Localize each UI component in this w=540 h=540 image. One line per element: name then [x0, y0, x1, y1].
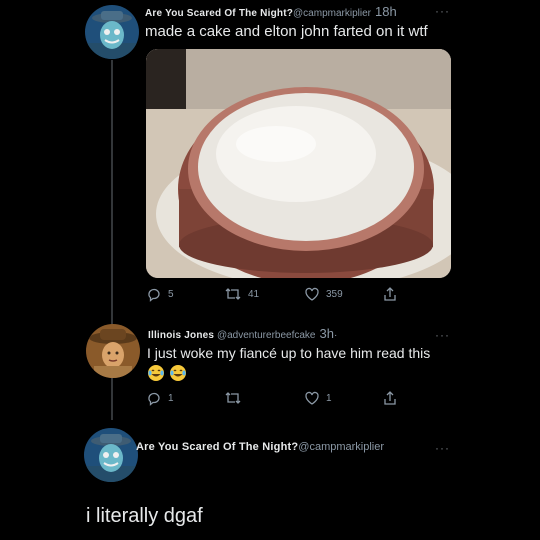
tweet-header: Are You Scared Of The Night?@campmarkipl…	[145, 5, 397, 21]
retweet-icon	[225, 288, 241, 300]
share-action[interactable]	[382, 390, 398, 406]
like-icon	[305, 287, 319, 301]
timestamp[interactable]: 3h	[319, 326, 333, 341]
like-count: 359	[326, 288, 343, 300]
retweet-action[interactable]	[224, 390, 242, 406]
tweet-header: Illinois Jones @adventurerbeefcake 3h·	[148, 327, 337, 343]
reply-count: 1	[168, 392, 174, 404]
tweet-text: I just woke my fiancé up to have him rea…	[147, 345, 431, 361]
retweet-icon	[225, 392, 241, 404]
more-icon[interactable]: ···	[435, 442, 450, 454]
avatar-camp-markiplier[interactable]	[85, 5, 139, 59]
tweet-emoji-row	[147, 364, 191, 382]
share-icon	[384, 287, 396, 301]
timestamp[interactable]: 18h	[375, 4, 397, 19]
author-handle[interactable]: @campmarkiplier	[293, 8, 371, 19]
reply-icon	[148, 392, 160, 406]
author-handle[interactable]: @adventurerbeefcake	[217, 330, 316, 341]
like-action[interactable]: 359	[304, 286, 343, 302]
reply-action[interactable]: 5	[146, 286, 174, 302]
tweet-header: Are You Scared Of The Night?@campmarkipl…	[136, 440, 384, 454]
retweet-count: 41	[248, 288, 260, 300]
reply-count: 5	[168, 288, 174, 300]
laughing-crying-emoji	[147, 364, 165, 382]
tweet-media-cake-photo[interactable]	[146, 49, 451, 278]
author-name[interactable]: Are You Scared Of The Night?	[145, 8, 293, 19]
more-icon[interactable]: ···	[435, 329, 450, 341]
author-name[interactable]: Illinois Jones	[148, 330, 214, 341]
more-icon[interactable]: ···	[435, 5, 450, 17]
like-action[interactable]: 1	[304, 390, 332, 406]
laughing-crying-emoji	[169, 364, 187, 382]
retweet-action[interactable]: 41	[224, 286, 259, 302]
reply-action[interactable]: 1	[146, 390, 174, 406]
reply-icon	[148, 288, 160, 302]
share-icon	[384, 391, 396, 405]
tweet-actions: 1 1	[146, 390, 406, 408]
tweet-text: made a cake and elton john farted on it …	[145, 23, 428, 40]
author-name[interactable]: Are You Scared Of The Night?	[136, 441, 298, 453]
separator-dot: ·	[333, 330, 338, 341]
like-count: 1	[326, 392, 332, 404]
author-handle[interactable]: @campmarkiplier	[298, 441, 384, 453]
tweet-actions: 5 41 359	[146, 286, 406, 304]
avatar-illinois-jones[interactable]	[86, 324, 140, 378]
avatar-camp-markiplier[interactable]	[84, 428, 138, 482]
tweet-text: i literally dgaf	[86, 505, 203, 527]
share-action[interactable]	[382, 286, 398, 302]
like-icon	[305, 391, 319, 405]
